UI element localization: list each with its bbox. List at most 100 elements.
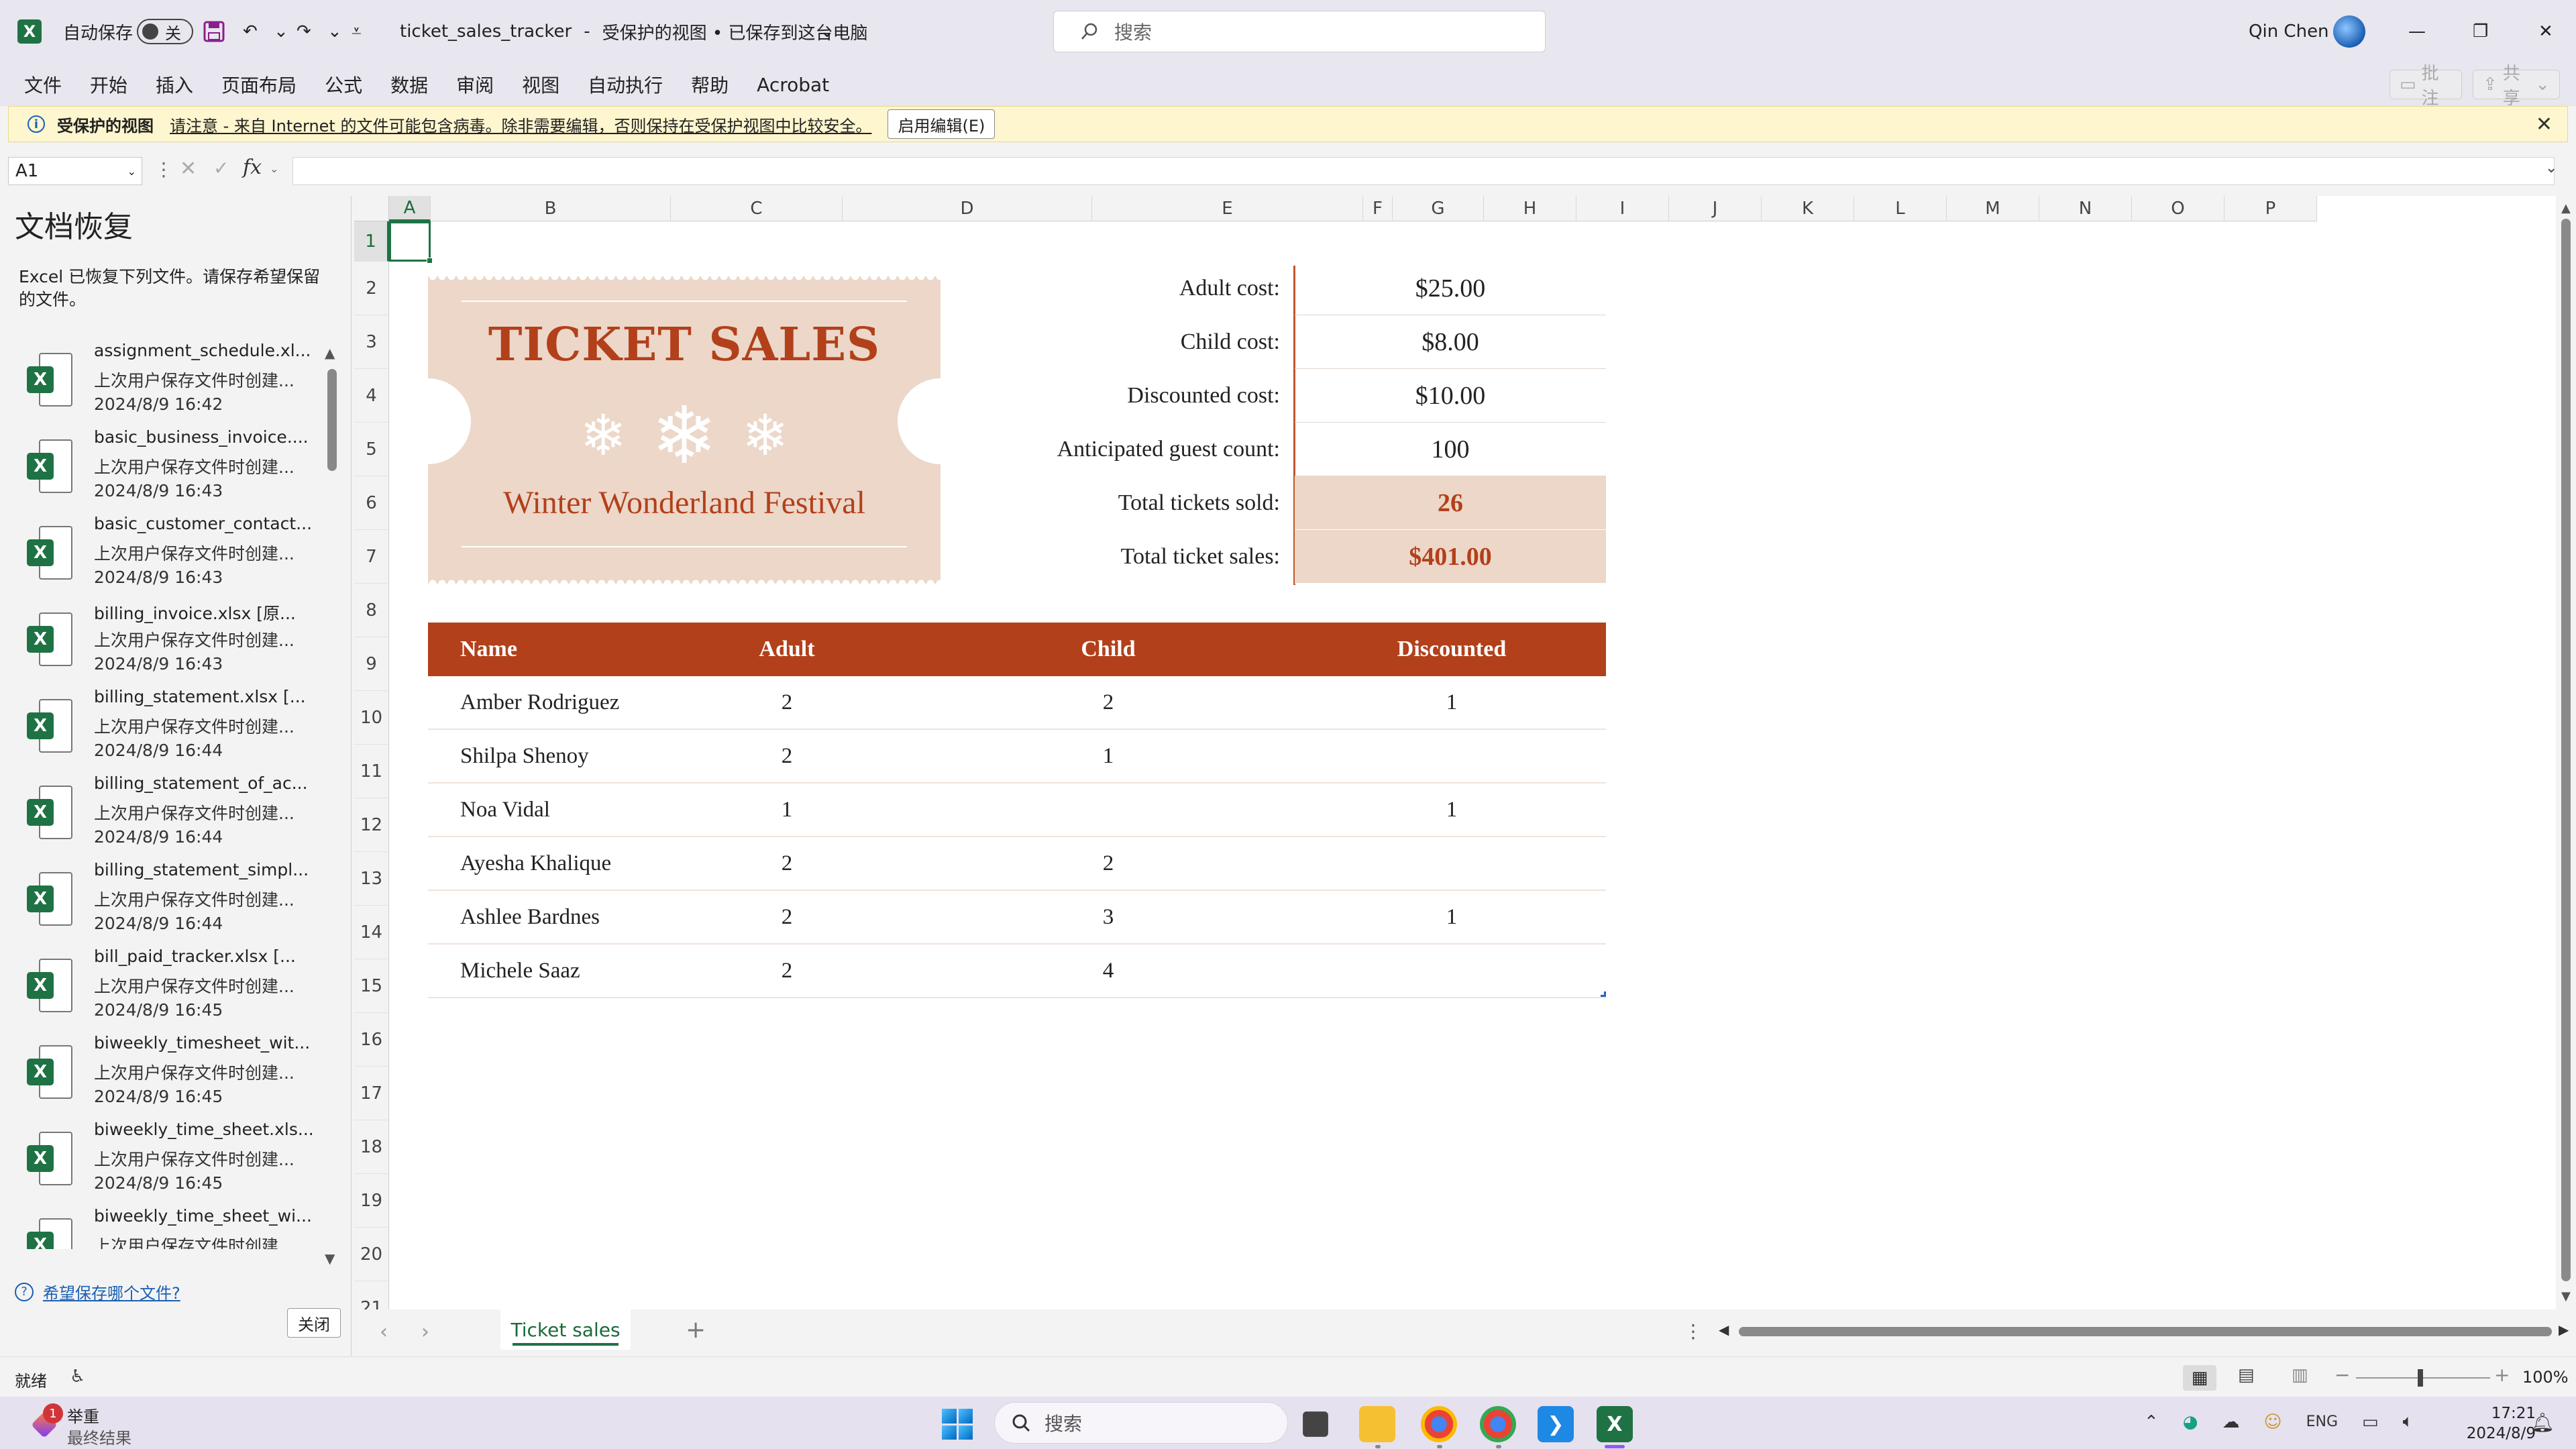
autosave-toggle[interactable]: 关 bbox=[137, 0, 193, 63]
tab-acrobat[interactable]: Acrobat bbox=[757, 74, 829, 96]
summary-value[interactable]: 100 bbox=[1295, 423, 1606, 476]
edge-icon[interactable]: ◕ bbox=[2183, 1412, 2198, 1432]
enter-entry-icon[interactable]: ✓ bbox=[213, 157, 229, 179]
summary-value[interactable]: $401.00 bbox=[1295, 530, 1606, 584]
select-all-corner[interactable] bbox=[354, 196, 389, 221]
row-header-6[interactable]: 6 bbox=[354, 476, 389, 530]
chrome-icon[interactable] bbox=[1421, 1406, 1457, 1442]
enable-editing-button[interactable]: 启用编辑(E) bbox=[888, 109, 996, 139]
taskbar-search[interactable]: 搜索 bbox=[994, 1402, 1288, 1444]
cell-child[interactable]: 2 bbox=[1008, 837, 1209, 890]
scroll-thumb[interactable] bbox=[1739, 1327, 2552, 1336]
recovery-file-item[interactable]: Xbasic_business_invoice.... 上次用户保存文件时创建..… bbox=[0, 423, 325, 510]
clock[interactable]: 17:21 2024/8/9 bbox=[2455, 1403, 2536, 1444]
function-dropdown-icon[interactable]: ⌄ bbox=[270, 162, 278, 175]
cell-adult[interactable]: 2 bbox=[703, 730, 871, 782]
active-cell-a1[interactable] bbox=[389, 221, 433, 264]
row-header-11[interactable]: 11 bbox=[354, 745, 389, 798]
avatar[interactable] bbox=[2333, 0, 2365, 63]
comments-button[interactable]: ▭ 批注 bbox=[2390, 64, 2462, 109]
scroll-up-icon[interactable]: ▲ bbox=[325, 345, 335, 361]
column-header-m[interactable]: M bbox=[1947, 196, 2039, 221]
zoom-slider[interactable] bbox=[2356, 1377, 2490, 1379]
column-header-l[interactable]: L bbox=[1854, 196, 1947, 221]
cell-name[interactable]: Michele Saaz bbox=[460, 945, 580, 997]
widgets-button[interactable]: 1 bbox=[28, 1403, 68, 1444]
zoom-slider-thumb[interactable] bbox=[2418, 1369, 2423, 1387]
column-header-g[interactable]: G bbox=[1393, 196, 1484, 221]
more-options-icon[interactable]: ⋮ bbox=[154, 158, 173, 180]
header-adult[interactable]: Adult bbox=[703, 623, 871, 676]
file-explorer-icon[interactable] bbox=[1359, 1406, 1395, 1442]
cell-name[interactable]: Shilpa Shenoy bbox=[460, 730, 589, 782]
widget-subtitle[interactable]: 最终结果 bbox=[67, 1425, 131, 1448]
row-header-8[interactable]: 8 bbox=[354, 584, 389, 637]
display-icon[interactable]: ▭ bbox=[2362, 1412, 2379, 1432]
user-name[interactable]: Qin Chen bbox=[2249, 0, 2329, 63]
tab-home[interactable]: 开始 bbox=[90, 71, 127, 98]
task-view-icon[interactable] bbox=[1303, 1411, 1328, 1437]
title-chevron-down-icon[interactable]: ⌄ bbox=[820, 0, 835, 63]
zoom-out-icon[interactable]: − bbox=[2334, 1364, 2350, 1386]
recovery-scrollbar[interactable]: ▲ ▼ bbox=[325, 345, 341, 1338]
column-header-o[interactable]: O bbox=[2132, 196, 2224, 221]
formula-input[interactable] bbox=[292, 157, 2555, 185]
widget-title[interactable]: 举重 bbox=[67, 1403, 99, 1427]
summary-value[interactable]: $8.00 bbox=[1295, 315, 1606, 369]
language-indicator[interactable]: ENG bbox=[2306, 1413, 2338, 1430]
row-header-20[interactable]: 20 bbox=[354, 1228, 389, 1281]
tab-formulas[interactable]: 公式 bbox=[325, 71, 362, 98]
minimize-icon[interactable]: — bbox=[2408, 0, 2426, 63]
insert-function-icon[interactable]: fx bbox=[243, 156, 262, 179]
row-header-7[interactable]: 7 bbox=[354, 530, 389, 584]
undo-icon[interactable]: ↶ bbox=[243, 0, 258, 63]
cell-discounted[interactable] bbox=[1297, 837, 1606, 890]
header-discounted[interactable]: Discounted bbox=[1297, 623, 1606, 676]
scroll-thumb[interactable] bbox=[327, 369, 337, 471]
row-header-18[interactable]: 18 bbox=[354, 1120, 389, 1174]
sheet-options-icon[interactable]: ⋮ bbox=[1684, 1320, 1703, 1342]
header-name[interactable]: Name bbox=[460, 623, 517, 676]
notification-bell-icon[interactable]: 🔔︎ bbox=[2530, 1411, 2555, 1434]
document-title[interactable]: ticket_sales_tracker - 受保护的视图 • 已保存到这台电脑 bbox=[400, 0, 867, 63]
chrome-profile-icon[interactable] bbox=[1480, 1406, 1516, 1442]
cell-discounted[interactable]: 1 bbox=[1297, 891, 1606, 943]
column-header-i[interactable]: I bbox=[1576, 196, 1669, 221]
row-header-17[interactable]: 17 bbox=[354, 1067, 389, 1120]
row-header-19[interactable]: 19 bbox=[354, 1174, 389, 1228]
row-header-12[interactable]: 12 bbox=[354, 798, 389, 852]
tab-data[interactable]: 数据 bbox=[390, 71, 428, 98]
column-header-c[interactable]: C bbox=[671, 196, 843, 221]
customize-toolbar-icon[interactable]: ⩡ bbox=[352, 0, 362, 63]
tab-insert[interactable]: 插入 bbox=[156, 71, 193, 98]
recovery-file-item[interactable]: Xbilling_statement.xlsx [... 上次用户保存文件时创建.… bbox=[0, 683, 325, 769]
recovery-file-item[interactable]: Xbill_paid_tracker.xlsx [... 上次用户保存文件时创建.… bbox=[0, 943, 325, 1029]
scroll-down-icon[interactable]: ▼ bbox=[325, 1250, 335, 1267]
cell-discounted[interactable]: 1 bbox=[1297, 784, 1606, 836]
row-header-10[interactable]: 10 bbox=[354, 691, 389, 745]
scroll-left-icon[interactable]: ◀ bbox=[1719, 1322, 1729, 1338]
cell-child[interactable]: 4 bbox=[1008, 945, 1209, 997]
cell-name[interactable]: Ashlee Bardnes bbox=[460, 891, 600, 943]
cell-name[interactable]: Amber Rodriguez bbox=[460, 676, 619, 729]
recovery-file-item[interactable]: Xbasic_customer_contact... 上次用户保存文件时创建...… bbox=[0, 510, 325, 596]
column-header-d[interactable]: D bbox=[843, 196, 1092, 221]
column-header-p[interactable]: P bbox=[2224, 196, 2317, 221]
column-header-n[interactable]: N bbox=[2039, 196, 2132, 221]
worksheet-grid[interactable]: ABCDEFGHIJKLMNOP 1 2 3 4 5 6 7 8 9 10 11 12 13 14 15 16… bbox=[354, 196, 2556, 1309]
summary-value[interactable]: $10.00 bbox=[1295, 369, 1606, 423]
page-layout-view-icon[interactable]: ▤ bbox=[2238, 1365, 2255, 1385]
save-icon[interactable] bbox=[203, 0, 225, 63]
column-header-k[interactable]: K bbox=[1762, 196, 1854, 221]
cell-adult[interactable]: 1 bbox=[703, 784, 871, 836]
redo-icon[interactable]: ↷ bbox=[297, 0, 311, 63]
recovery-file-item[interactable]: Xbilling_statement_simpl... 上次用户保存文件时创建..… bbox=[0, 856, 325, 943]
row-header-16[interactable]: 16 bbox=[354, 1013, 389, 1067]
cell-name[interactable]: Noa Vidal bbox=[460, 784, 550, 836]
row-header-4[interactable]: 4 bbox=[354, 369, 389, 423]
row-header-9[interactable]: 9 bbox=[354, 637, 389, 691]
column-header-h[interactable]: H bbox=[1484, 196, 1576, 221]
cell-discounted[interactable]: 1 bbox=[1297, 676, 1606, 729]
column-header-a[interactable]: A bbox=[389, 196, 431, 221]
row-header-21[interactable]: 21 bbox=[354, 1281, 389, 1309]
